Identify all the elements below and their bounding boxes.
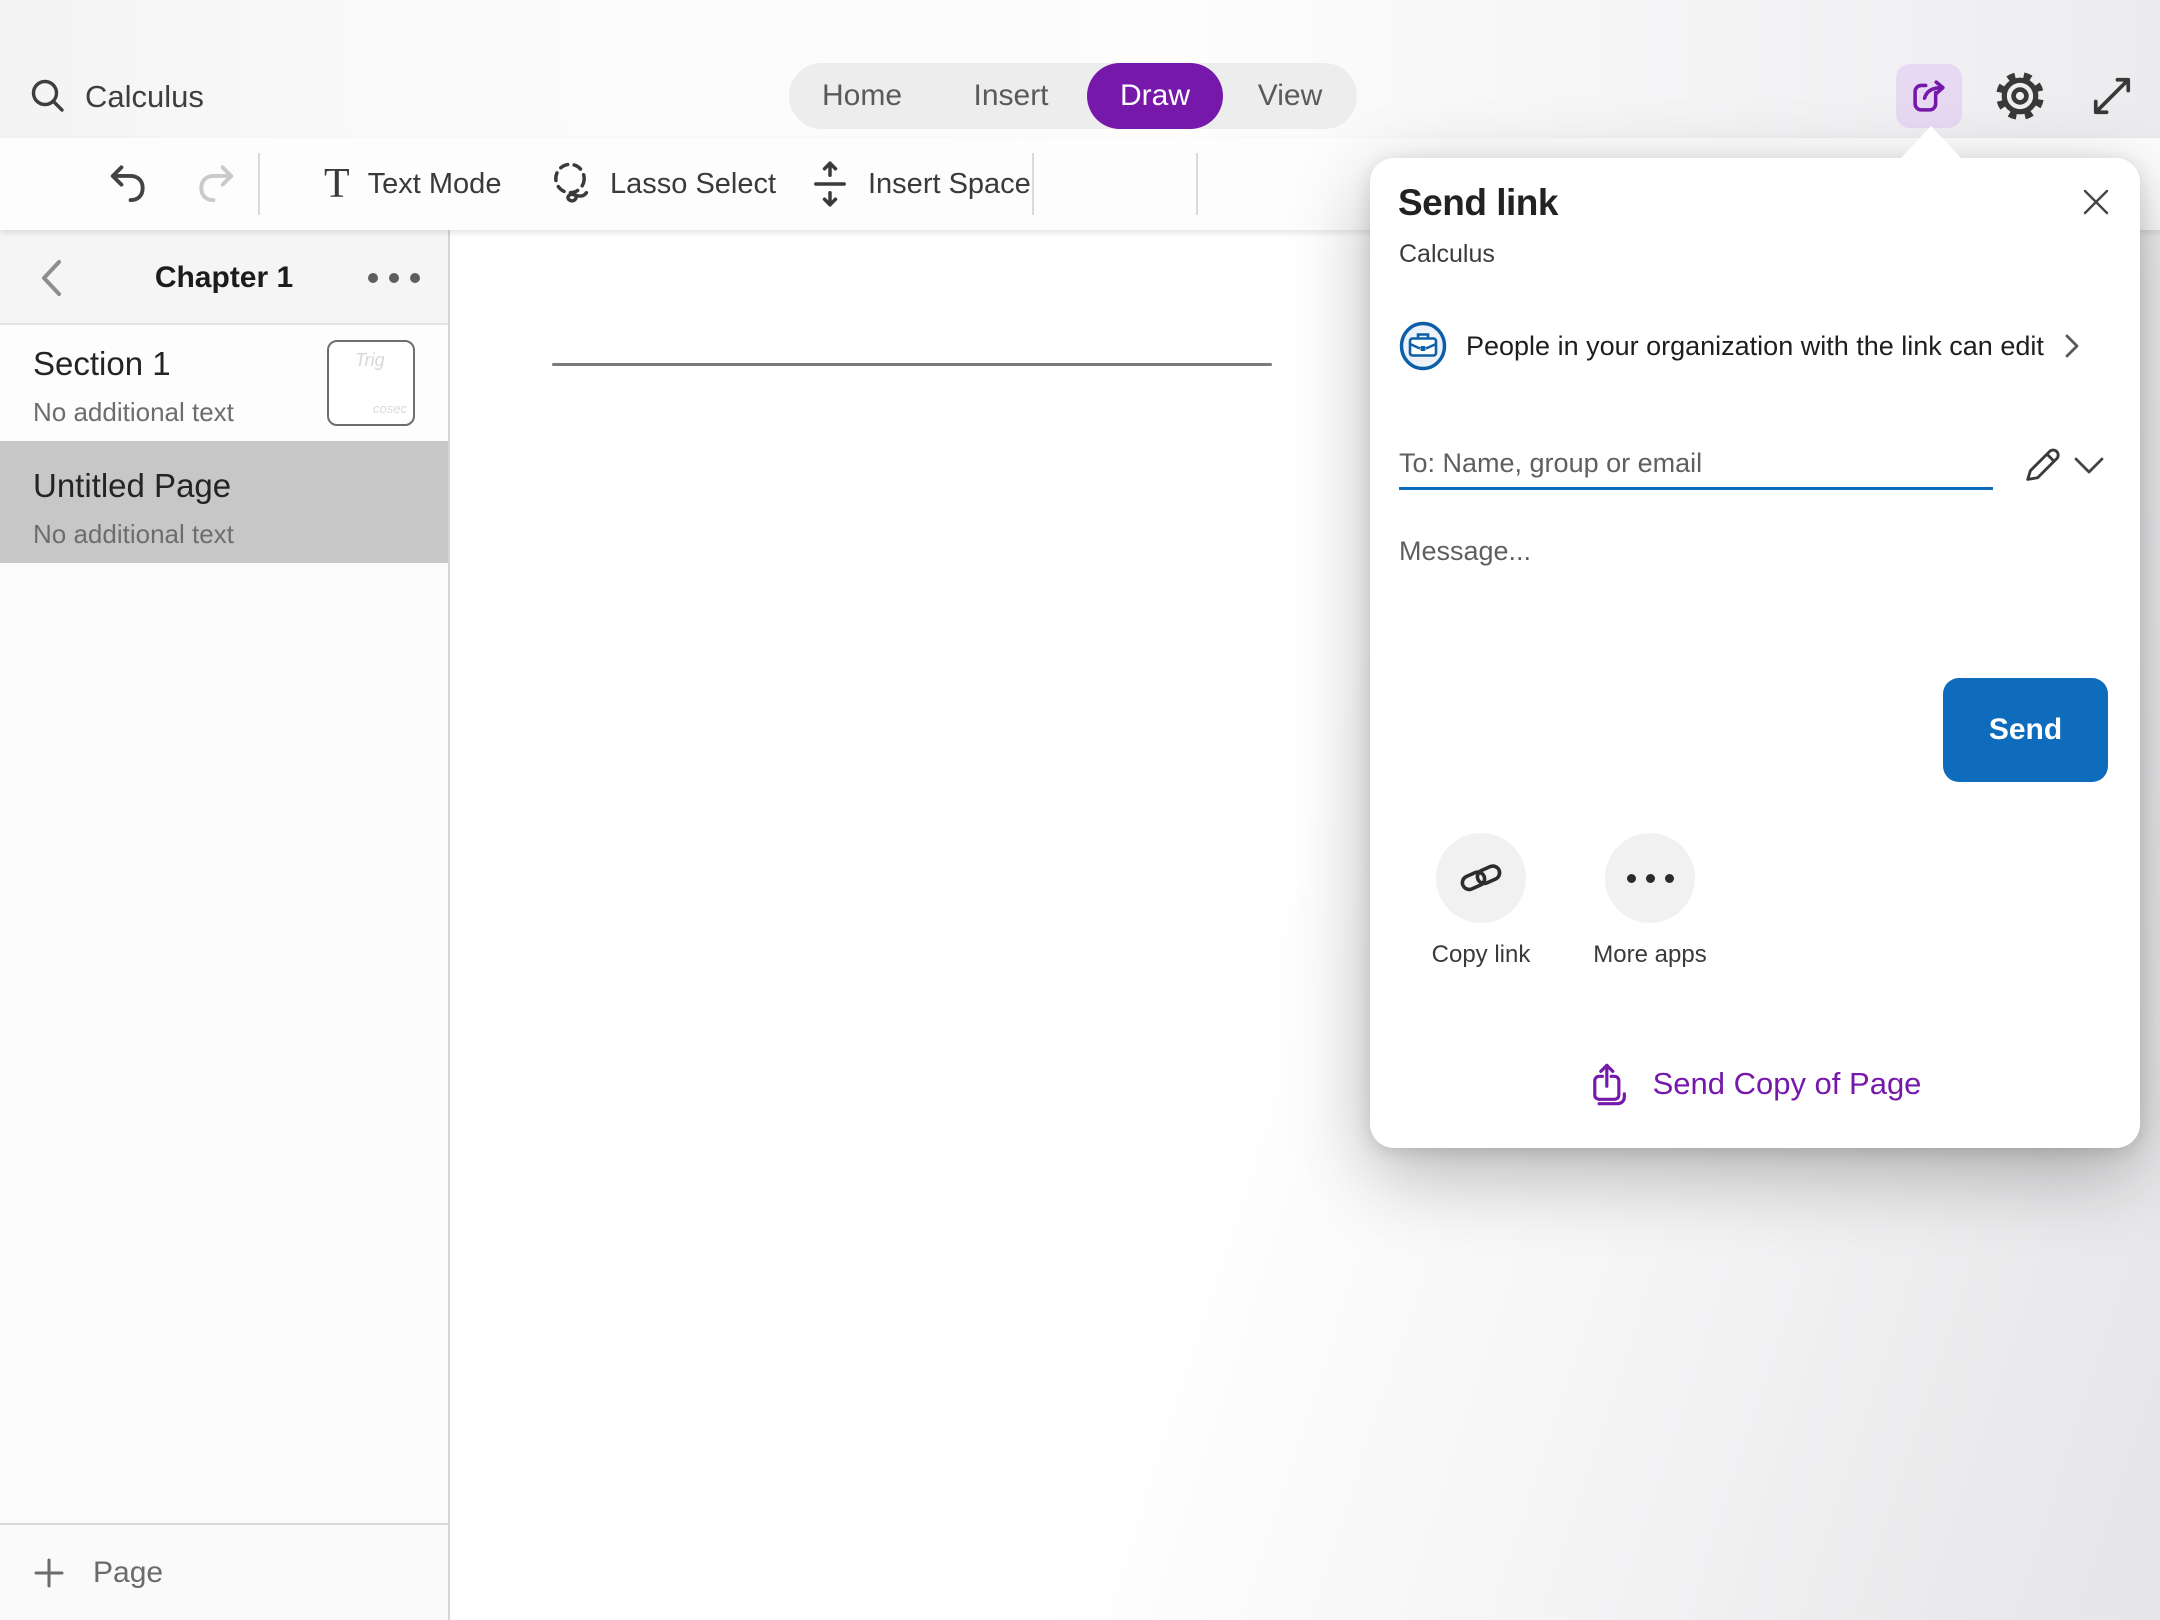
insert-space-icon: [810, 160, 850, 208]
text-mode-button[interactable]: T Text Mode: [324, 138, 501, 230]
page-thumbnail: Trig cosec: [327, 340, 415, 426]
copy-link-action[interactable]: Copy link: [1411, 833, 1551, 969]
ink-stroke: [552, 363, 1272, 366]
more-apps-button[interactable]: [1605, 833, 1695, 923]
send-copy-of-page-button[interactable]: Send Copy of Page: [1370, 1058, 2140, 1110]
share-page-icon: [1589, 1061, 1629, 1107]
undo-button[interactable]: [104, 138, 148, 230]
ellipsis-icon: [368, 273, 378, 283]
tab-home[interactable]: Home: [789, 63, 935, 129]
dialog-title: Send link: [1398, 182, 1558, 224]
settings-button[interactable]: [1992, 68, 2048, 124]
permission-label: People in your organization with the lin…: [1466, 331, 2044, 362]
recipient-field-wrap: [1399, 440, 1993, 490]
notebook-title: Calculus: [85, 79, 204, 115]
popover-callout-arrow: [1899, 126, 1963, 160]
top-bar: Calculus Home Insert Draw View: [0, 0, 2160, 138]
share-button[interactable]: [1896, 64, 1962, 128]
gear-icon: [1992, 68, 2048, 124]
redo-icon: [196, 161, 240, 207]
toolbar-divider: [1196, 153, 1198, 215]
more-apps-label: More apps: [1580, 941, 1720, 969]
dialog-subtitle: Calculus: [1399, 240, 1495, 269]
close-icon: [2080, 186, 2112, 218]
send-link-dialog: Send link Calculus People in your organi…: [1370, 158, 2140, 1148]
toolbar-divider: [1032, 153, 1034, 215]
page-sidebar: Chapter 1 Section 1 No additional text T…: [0, 230, 450, 1620]
expand-icon: [2086, 70, 2138, 122]
chevron-down-icon: [2072, 455, 2106, 477]
edit-recipients-button[interactable]: [2018, 440, 2066, 488]
toolbar-divider: [258, 153, 260, 215]
send-copy-label: Send Copy of Page: [1653, 1066, 1922, 1102]
insert-space-button[interactable]: Insert Space: [810, 138, 1031, 230]
lasso-icon: [548, 160, 592, 208]
message-field-wrap: [1399, 522, 2079, 672]
redo-button[interactable]: [196, 138, 240, 230]
tab-view[interactable]: View: [1223, 63, 1357, 129]
link-icon: [1458, 855, 1504, 901]
page-list-item-section1[interactable]: Section 1 No additional text Trig cosec: [0, 325, 448, 441]
more-apps-action[interactable]: More apps: [1580, 833, 1720, 969]
ribbon-tabs: Home Insert Draw View: [789, 63, 1357, 129]
text-mode-icon: T: [324, 163, 350, 205]
notebook-switcher[interactable]: Calculus: [27, 76, 204, 118]
send-button[interactable]: Send: [1943, 678, 2108, 782]
share-icon: [1909, 76, 1949, 116]
add-page-button[interactable]: Page: [0, 1523, 448, 1620]
section-menu-button[interactable]: [368, 230, 420, 325]
undo-icon: [104, 161, 148, 207]
search-icon[interactable]: [27, 76, 69, 118]
message-input[interactable]: [1399, 522, 2079, 672]
copy-link-label: Copy link: [1411, 941, 1551, 969]
copy-link-button[interactable]: [1436, 833, 1526, 923]
sidebar-header: Chapter 1: [0, 230, 448, 325]
more-apps-icon: [1627, 874, 1674, 883]
tab-draw[interactable]: Draw: [1087, 63, 1223, 129]
close-button[interactable]: [2074, 180, 2118, 224]
fullscreen-button[interactable]: [2086, 70, 2138, 122]
link-permission-setting[interactable]: People in your organization with the lin…: [1399, 321, 2099, 371]
lasso-select-button[interactable]: Lasso Select: [548, 138, 776, 230]
tab-insert[interactable]: Insert: [935, 63, 1087, 129]
plus-icon: [33, 1557, 65, 1589]
organization-icon: [1399, 321, 1447, 371]
page-list-item-untitled[interactable]: Untitled Page No additional text: [0, 441, 448, 563]
chevron-right-icon: [2063, 332, 2081, 360]
recipient-input[interactable]: [1399, 440, 1993, 487]
pencil-icon: [2020, 442, 2064, 486]
recipient-options-button[interactable]: [2070, 450, 2108, 482]
